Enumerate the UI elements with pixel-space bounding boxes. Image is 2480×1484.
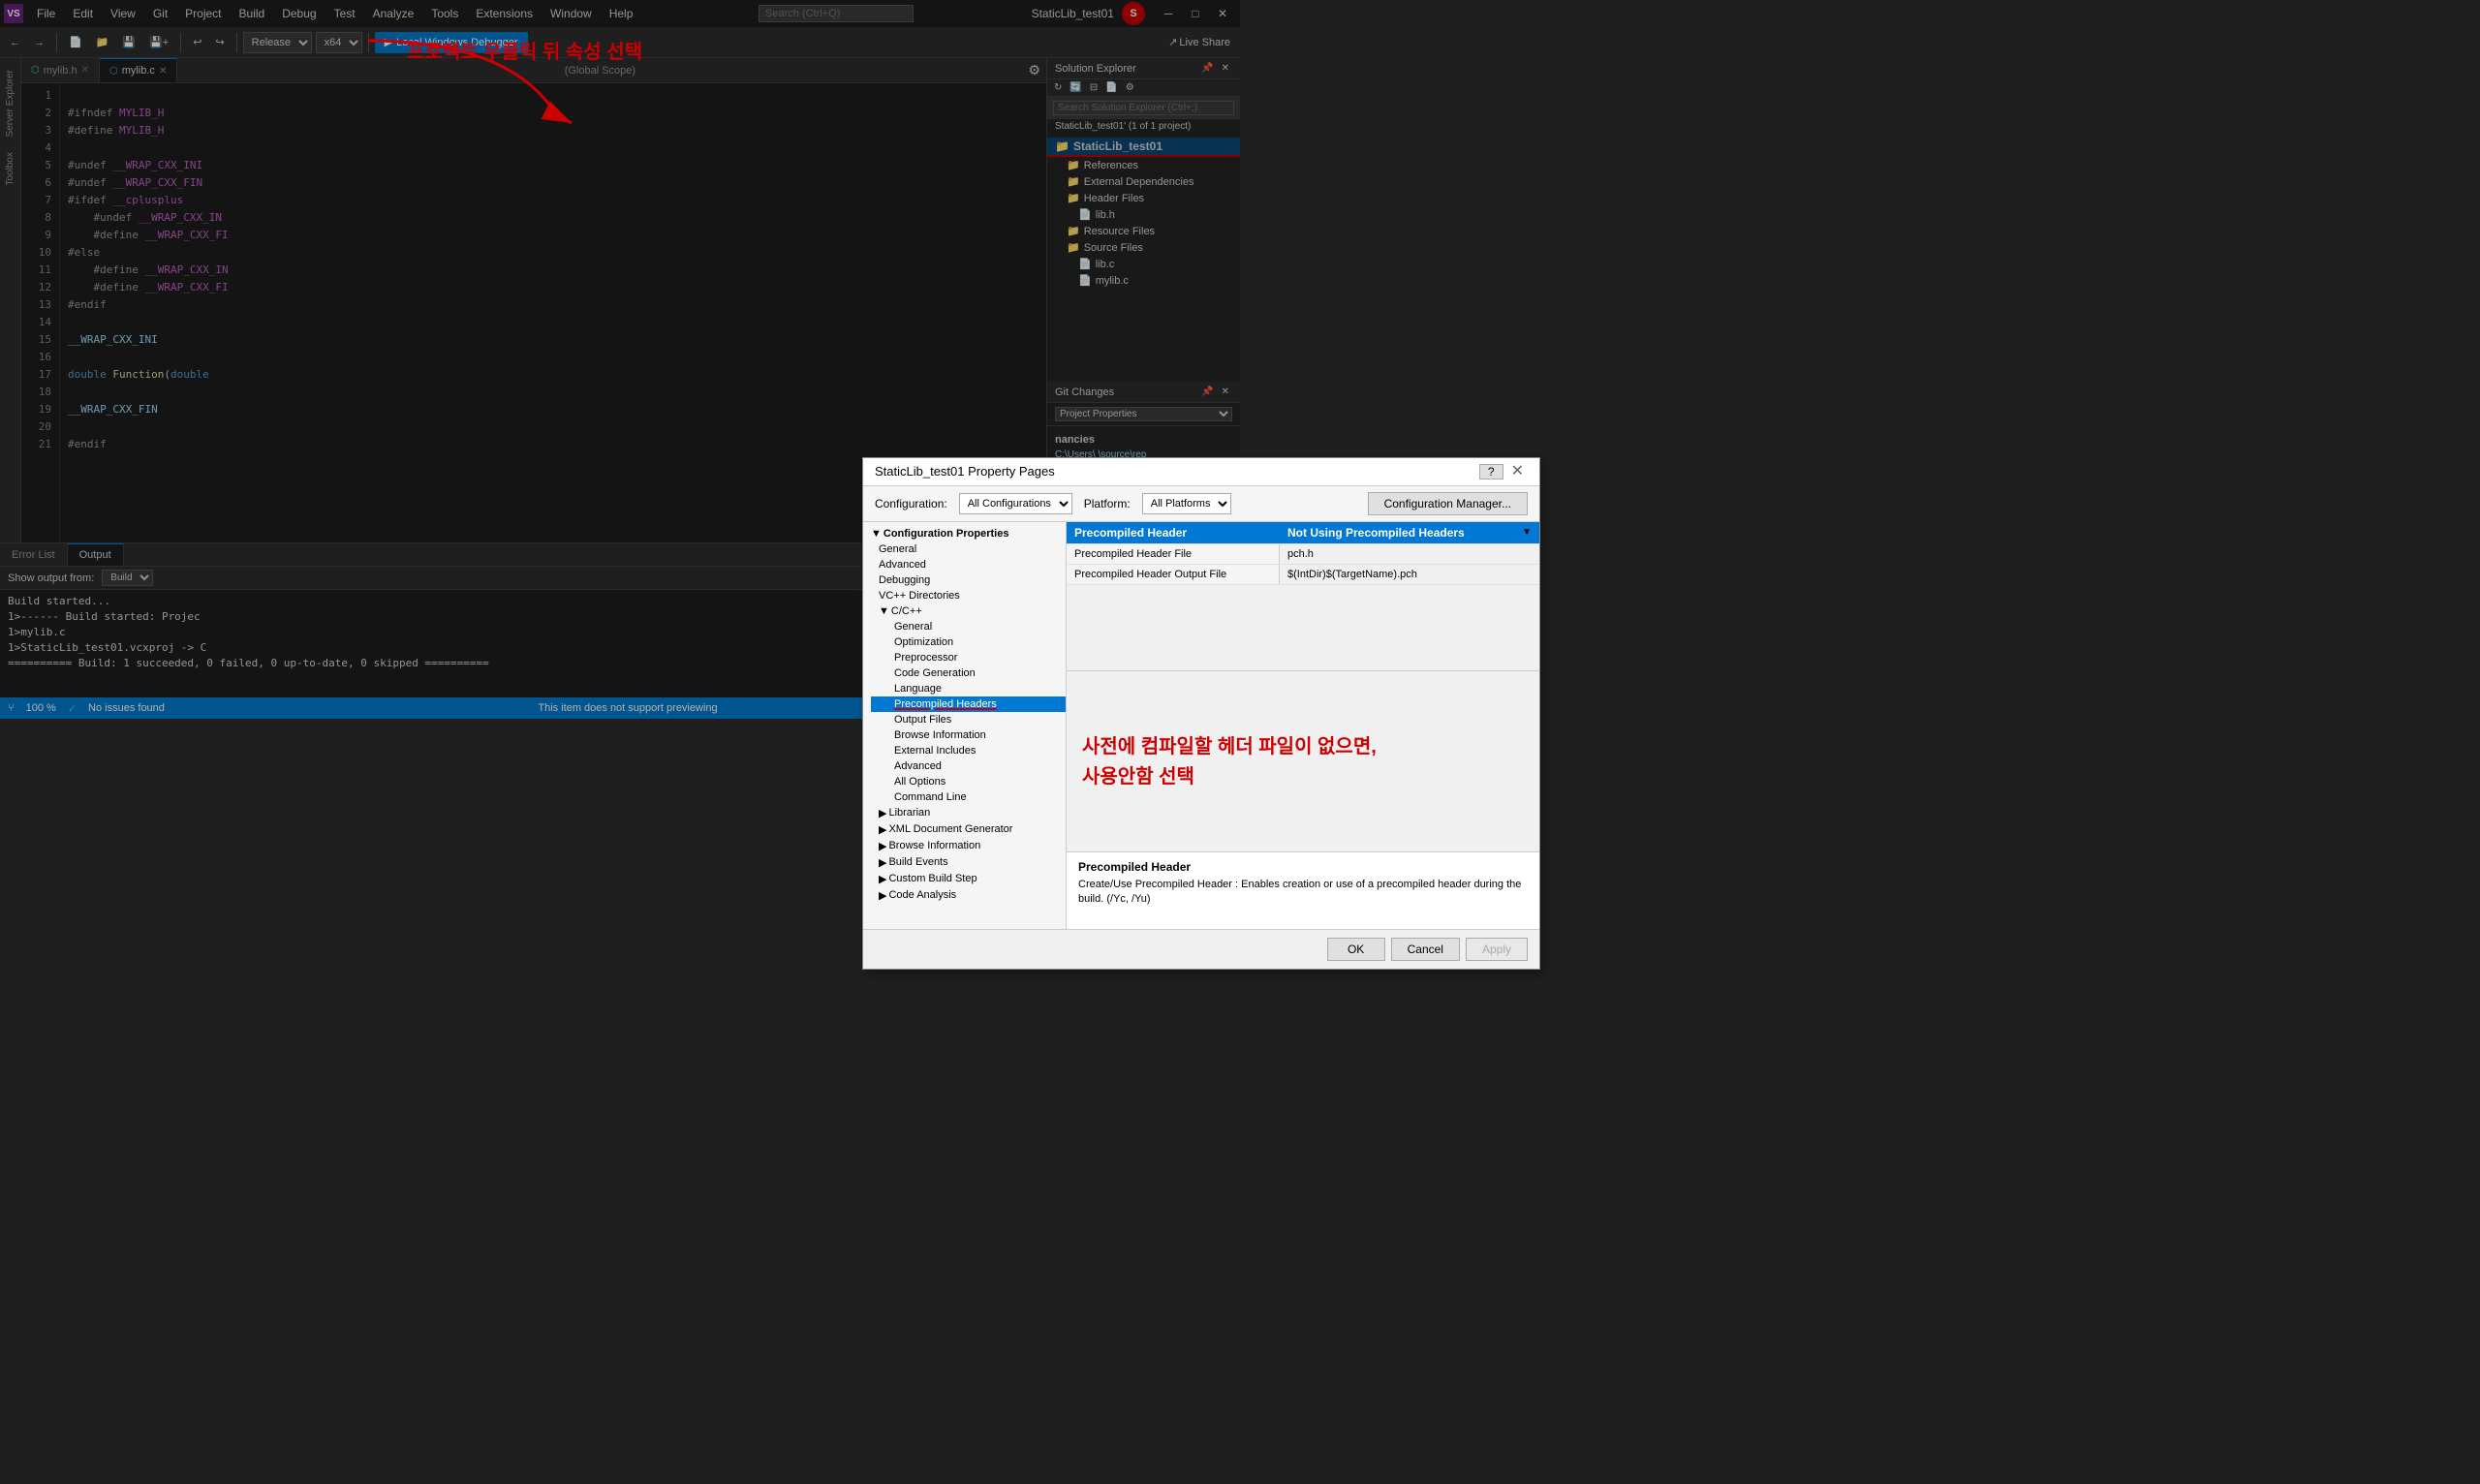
tree-root-label: Configuration Properties bbox=[884, 528, 1009, 540]
modal-body: ▼ Configuration Properties General Advan… bbox=[863, 522, 1240, 743]
tree-code-generation[interactable]: Code Generation bbox=[871, 665, 1066, 681]
platform-select[interactable]: All Platforms bbox=[1142, 493, 1231, 514]
annotation-area: 사전에 컴파일할 헤더 파일이 없으면, 사용안함 선택 bbox=[1067, 671, 1240, 742]
expand-icon-cpp: ▼ bbox=[879, 605, 889, 617]
prop-name-pch-output: Precompiled Header Output File bbox=[1067, 565, 1240, 584]
tree-vc-dirs[interactable]: VC++ Directories bbox=[863, 588, 1066, 603]
tree-advanced-1[interactable]: Advanced bbox=[863, 557, 1066, 572]
modal-config-row: Configuration: All Configurations Platfo… bbox=[863, 486, 1240, 522]
tree-preprocessor[interactable]: Preprocessor bbox=[871, 650, 1066, 665]
expand-icon-root: ▼ bbox=[871, 528, 882, 540]
tree-output-files[interactable]: Output Files bbox=[871, 712, 1066, 727]
prop-name-pch-file: Precompiled Header File bbox=[1067, 544, 1240, 564]
configuration-select[interactable]: All Configurations bbox=[959, 493, 1072, 514]
property-tree: ▼ Configuration Properties General Advan… bbox=[863, 522, 1067, 743]
prop-header-row: Precompiled Header Not Using Precompiled… bbox=[1067, 522, 1240, 544]
tree-precompiled-headers[interactable]: Precompiled Headers bbox=[871, 696, 1066, 712]
tree-optimization[interactable]: Optimization bbox=[871, 634, 1066, 650]
property-pages-modal: StaticLib_test01 Property Pages ? ✕ Conf… bbox=[862, 457, 1240, 743]
tree-browse-information[interactable]: Browse Information bbox=[871, 727, 1066, 743]
prop-header-name: Precompiled Header bbox=[1067, 522, 1240, 543]
prop-row-pch-output: Precompiled Header Output File $(IntDir)… bbox=[1067, 565, 1240, 585]
tree-debugging[interactable]: Debugging bbox=[863, 572, 1066, 588]
tree-root[interactable]: ▼ Configuration Properties bbox=[863, 526, 1066, 541]
tree-cpp[interactable]: ▼ C/C++ bbox=[863, 603, 1066, 619]
modal-overlay: StaticLib_test01 Property Pages ? ✕ Conf… bbox=[0, 0, 1240, 742]
modal-title: StaticLib_test01 Property Pages bbox=[875, 464, 1055, 479]
modal-titlebar: StaticLib_test01 Property Pages ? ✕ bbox=[863, 458, 1240, 486]
properties-grid: Precompiled Header Not Using Precompiled… bbox=[1067, 522, 1240, 672]
prop-row-pch-file: Precompiled Header File pch.h bbox=[1067, 544, 1240, 565]
tree-cpp-children: General Optimization Preprocessor Code G… bbox=[863, 619, 1066, 743]
tree-language[interactable]: Language bbox=[871, 681, 1066, 696]
annotation-no-header-1: 사전에 컴파일할 헤더 파일이 없으면, bbox=[1082, 733, 1240, 742]
tree-cpp-general[interactable]: General bbox=[871, 619, 1066, 634]
config-label: Configuration: bbox=[875, 497, 947, 510]
modal-properties-content: Precompiled Header Not Using Precompiled… bbox=[1067, 522, 1240, 743]
platform-label: Platform: bbox=[1084, 497, 1131, 510]
tree-general-1[interactable]: General bbox=[863, 541, 1066, 557]
